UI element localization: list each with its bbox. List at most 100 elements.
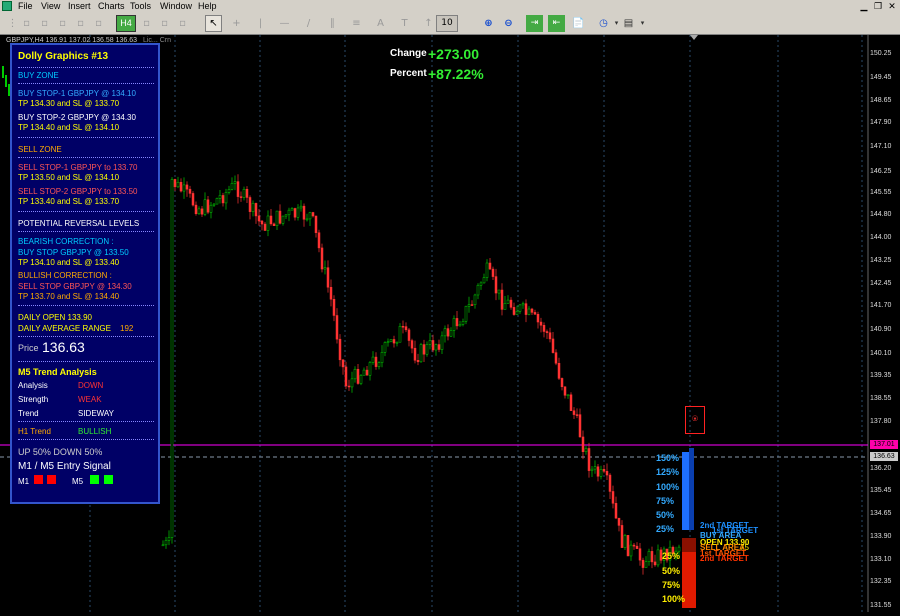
candle-bull — [161, 544, 165, 547]
trendline-icon[interactable]: / — [300, 15, 317, 32]
candle-bull — [215, 198, 219, 205]
menu-bar: File View Insert Charts Tools Window Hel… — [0, 0, 900, 12]
candle-bull — [2, 66, 4, 78]
autoscroll-icon[interactable]: ⇥ — [526, 15, 543, 32]
candle-bull — [464, 305, 468, 322]
menu-insert[interactable]: Insert — [68, 0, 91, 12]
candle-bear — [392, 339, 396, 344]
alarm-icon[interactable]: ⍟ — [685, 406, 705, 434]
candle-bear — [572, 410, 576, 415]
candle-bull — [308, 212, 312, 220]
divider — [18, 67, 154, 68]
period-h1-button[interactable]: ▫ — [90, 15, 107, 32]
sell-stop-2: SELL STOP-2 GBPJPY to 133.50 — [18, 187, 138, 196]
candle-bear — [569, 394, 573, 411]
price-axis-label: 144.80 — [870, 210, 892, 218]
candle-bear — [446, 328, 450, 337]
fibonacci-icon[interactable]: ≡ — [348, 15, 365, 32]
zoom-out-icon[interactable]: ⊖ — [500, 15, 517, 32]
daily-average-range-value: 192 — [120, 324, 134, 333]
candle-bear — [488, 262, 492, 270]
indicators-icon[interactable]: 📄 — [570, 15, 587, 32]
bearish-correction-heading: BEARISH CORRECTION : — [18, 237, 114, 246]
label-tool-icon[interactable]: T — [396, 15, 413, 32]
menu-window[interactable]: Window — [160, 0, 192, 12]
zoom-in-icon[interactable]: ⊕ — [480, 15, 497, 32]
candle-bull — [242, 188, 246, 198]
minimize-icon[interactable]: ▁ — [858, 1, 870, 11]
menu-help[interactable]: Help — [198, 0, 217, 12]
candle-bear — [551, 338, 555, 353]
candle-bear — [641, 559, 645, 568]
cursor-icon[interactable]: ↖ — [205, 15, 222, 32]
candle-bear — [431, 340, 435, 351]
sell-stop-1: SELL STOP-1 GBPJPY to 133.70 — [18, 163, 138, 172]
candle-bear — [587, 448, 591, 471]
up-down-percent: UP 50% DOWN 50% — [18, 447, 103, 457]
candle-bear — [632, 544, 636, 547]
candle-bull — [5, 75, 7, 87]
candle-bear — [404, 326, 408, 331]
candle-bear — [302, 205, 306, 220]
menu-view[interactable]: View — [41, 0, 60, 12]
close-icon[interactable]: ✕ — [886, 1, 898, 11]
line-price-tag: 137.01 — [870, 440, 898, 449]
candle-bull — [377, 362, 381, 367]
trend-label: Trend — [18, 409, 39, 418]
candle-bull — [380, 352, 384, 363]
buy-stop-1: BUY STOP-1 GBPJPY @ 134.10 — [18, 89, 136, 98]
divider — [18, 211, 154, 212]
candle-bear — [410, 340, 414, 349]
chevron-down-icon-2[interactable]: ▾ — [634, 15, 651, 32]
divider — [18, 421, 154, 422]
period-m30-button[interactable]: ▫ — [72, 15, 89, 32]
m1-label: M1 — [18, 477, 30, 486]
candle-bull — [434, 344, 438, 351]
menu-charts[interactable]: Charts — [98, 0, 125, 12]
restore-icon[interactable]: ❐ — [872, 1, 884, 11]
candle-bear — [605, 471, 609, 476]
buy-zone-heading: BUY ZONE — [18, 71, 59, 80]
channel-icon[interactable]: ∥ — [324, 15, 341, 32]
candle-bull — [467, 304, 471, 307]
candle-bear — [650, 551, 654, 563]
period-d1-button[interactable]: ▫ — [138, 15, 155, 32]
candle-bear — [608, 474, 612, 492]
text-tool-icon[interactable]: A — [372, 15, 389, 32]
price-axis-label: 147.10 — [870, 142, 892, 150]
candle-bull — [299, 205, 303, 209]
candle-bull — [389, 339, 393, 343]
candle-bull — [224, 192, 228, 204]
menu-file[interactable]: File — [18, 0, 33, 12]
candle-bear — [614, 503, 618, 519]
candle-bear — [188, 188, 192, 194]
chart-shift-marker — [690, 35, 698, 40]
horizontal-line-icon[interactable]: — — [276, 15, 293, 32]
candle-bear — [272, 223, 276, 226]
crosshair-icon[interactable]: + — [228, 15, 245, 32]
daily-average-range-label: DAILY AVERAGE RANGE — [18, 324, 111, 333]
candle-bear — [575, 414, 579, 416]
candle-bear — [533, 312, 537, 315]
level-down-percent: 50% — [662, 566, 681, 576]
price-axis-label: 134.65 — [870, 510, 892, 518]
menu-tools[interactable]: Tools — [130, 0, 151, 12]
period-m1-button[interactable]: ▫ — [18, 15, 35, 32]
chart-shift-icon[interactable]: ⇤ — [548, 15, 565, 32]
candle-bull — [428, 340, 432, 345]
arrow-tool-icon[interactable]: ↑ — [420, 15, 437, 32]
period-h4-button[interactable]: H4 — [116, 15, 136, 32]
candle-bull — [251, 203, 255, 212]
candle-bull — [230, 183, 234, 190]
vertical-line-icon[interactable]: | — [252, 15, 269, 32]
candle-bear — [542, 325, 546, 332]
period-w1-button[interactable]: ▫ — [156, 15, 173, 32]
period-mn-button[interactable]: ▫ — [174, 15, 191, 32]
level-up-percent: 25% — [656, 524, 675, 534]
candle-bull — [362, 369, 366, 376]
period-m5-button[interactable]: ▫ — [36, 15, 53, 32]
candle-bear — [185, 184, 189, 190]
zoom-value-box[interactable]: 10 — [436, 15, 458, 32]
candle-bear — [455, 318, 459, 327]
period-m15-button[interactable]: ▫ — [54, 15, 71, 32]
